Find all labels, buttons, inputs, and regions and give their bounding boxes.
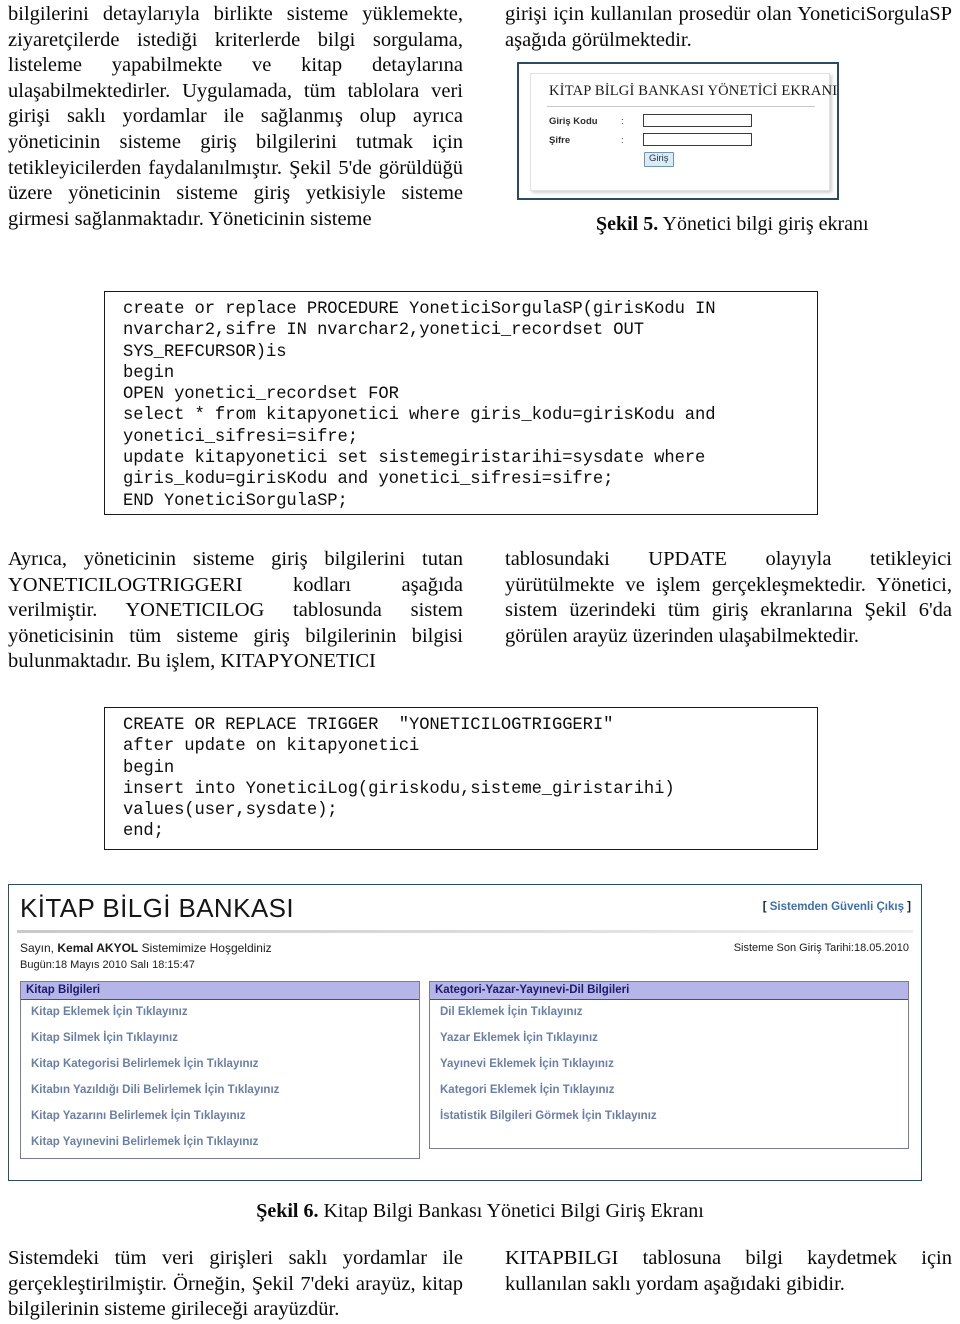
paragraph-text: KITAPBILGI tablosuna bilgi kaydetmek içi… bbox=[505, 1247, 952, 1295]
sifre-label: Şifre bbox=[549, 135, 571, 146]
menu-link-istatistik[interactable]: İstatistik Bilgileri Görmek İçin Tıklayı… bbox=[440, 1110, 908, 1122]
bracket-close: ] bbox=[903, 901, 911, 913]
menu-link-kitap-dil[interactable]: Kitabın Yazıldığı Dili Belirlemek İçin T… bbox=[31, 1084, 419, 1096]
welcome-line: Sayın, Kemal AKYOL Sistemimize Hoşgeldin… bbox=[20, 941, 272, 955]
secure-exit-link[interactable]: [ Sistemden Güvenli Çıkış ] bbox=[763, 901, 911, 913]
bracket-open: [ bbox=[762, 901, 770, 913]
header-divider bbox=[17, 930, 913, 933]
paragraph-text: girişi için kullanılan prosedür olan Yon… bbox=[505, 3, 952, 51]
panel-right-links: Dil Eklemek İçin Tıklayınız Yazar Ekleme… bbox=[430, 1000, 908, 1122]
paragraph-bottom-left: Sistemdeki tüm veri girişleri saklı yord… bbox=[8, 1246, 463, 1323]
menu-link-yayinevi-ekle[interactable]: Yayınevi Eklemek İçin Tıklayınız bbox=[440, 1058, 908, 1070]
figure-5-caption-number: Şekil 5. bbox=[596, 213, 659, 235]
paragraph-middle-left: Ayrıca, yöneticinin sisteme giriş bilgil… bbox=[8, 547, 463, 675]
paragraph-text: Sistemdeki tüm veri girişleri saklı yord… bbox=[8, 1247, 463, 1321]
paragraph-top-left: bilgilerini detaylarıyla birlikte sistem… bbox=[8, 2, 463, 232]
paragraph-middle-right: tablosundaki UPDATE olayıyla tetikleyici… bbox=[505, 547, 952, 649]
code-block-procedure: create or replace PROCEDURE YoneticiSorg… bbox=[104, 291, 818, 515]
menu-link-dil-ekle[interactable]: Dil Eklemek İçin Tıklayınız bbox=[440, 1006, 908, 1018]
title-divider bbox=[547, 106, 815, 107]
figure-6-caption-number: Şekil 6. bbox=[256, 1200, 319, 1222]
figure-6-caption: Şekil 6. Kitap Bilgi Bankası Yönetici Bi… bbox=[0, 1200, 960, 1223]
menu-link-kitap-yazar[interactable]: Kitap Yazarını Belirlemek İçin Tıklayını… bbox=[31, 1110, 419, 1122]
welcome-prefix: Sayın, bbox=[20, 941, 58, 955]
figure-6-caption-text: Kitap Bilgi Bankası Yönetici Bilgi Giriş… bbox=[318, 1200, 704, 1222]
figure-5-caption-text: Yönetici bilgi giriş ekranı bbox=[658, 213, 869, 235]
secure-exit-label[interactable]: Sistemden Güvenli Çıkış bbox=[770, 901, 904, 913]
figure-5-caption: Şekil 5. Yönetici bilgi giriş ekranı bbox=[596, 213, 869, 236]
document-page: bilgilerini detaylarıyla birlikte sistem… bbox=[0, 0, 960, 1324]
paragraph-top-right: girişi için kullanılan prosedür olan Yon… bbox=[505, 2, 952, 53]
last-login-date: Sisteme Son Giriş Tarihi:18.05.2010 bbox=[733, 942, 909, 954]
giris-kodu-label: Giriş Kodu bbox=[549, 116, 598, 127]
menu-link-kitap-yayinevi[interactable]: Kitap Yayınevini Belirlemek İçin Tıklayı… bbox=[31, 1136, 419, 1148]
sifre-separator: : bbox=[621, 135, 624, 146]
welcome-username: Kemal AKYOL bbox=[57, 941, 139, 955]
giris-submit-button[interactable]: Giriş bbox=[644, 152, 674, 167]
login-panel-title: KİTAP BİLGİ BANKASI YÖNETİCİ EKRANI bbox=[549, 83, 838, 99]
welcome-suffix: Sistemimize Hoşgeldiniz bbox=[138, 941, 272, 955]
login-panel: KİTAP BİLGİ BANKASI YÖNETİCİ EKRANI Giri… bbox=[530, 73, 837, 191]
panel-left-links: Kitap Eklemek İçin Tıklayınız Kitap Silm… bbox=[21, 1000, 419, 1148]
figure-5-screenshot: KİTAP BİLGİ BANKASI YÖNETİCİ EKRANI Giri… bbox=[517, 62, 839, 200]
paragraph-text: bilgilerini detaylarıyla birlikte sistem… bbox=[8, 3, 463, 230]
menu-link-yazar-ekle[interactable]: Yazar Eklemek İçin Tıklayınız bbox=[440, 1032, 908, 1044]
giris-kodu-input[interactable] bbox=[643, 114, 752, 127]
panel-kitap-bilgileri: Kitap Bilgileri Kitap Eklemek İçin Tıkla… bbox=[20, 981, 420, 1159]
menu-link-kitap-sil[interactable]: Kitap Silmek İçin Tıklayınız bbox=[31, 1032, 419, 1044]
today-datetime: Bugün:18 Mayıs 2010 Salı 18:15:47 bbox=[20, 959, 195, 971]
panel-kategori-yazar-yayinevi-dil: Kategori-Yazar-Yayınevi-Dil Bilgileri Di… bbox=[429, 981, 909, 1149]
figure-6-screenshot: KİTAP BİLGİ BANKASI [ Sistemden Güvenli … bbox=[8, 884, 922, 1181]
app-title: KİTAP BİLGİ BANKASI bbox=[20, 893, 294, 923]
giris-kodu-separator: : bbox=[621, 116, 624, 127]
paragraph-text: tablosundaki UPDATE olayıyla tetikleyici… bbox=[505, 548, 952, 647]
sifre-input[interactable] bbox=[643, 133, 752, 146]
panel-left-header: Kitap Bilgileri bbox=[21, 982, 419, 1000]
menu-link-kitap-ekle[interactable]: Kitap Eklemek İçin Tıklayınız bbox=[31, 1006, 419, 1018]
menu-link-kitap-kategori[interactable]: Kitap Kategorisi Belirlemek İçin Tıklayı… bbox=[31, 1058, 419, 1070]
paragraph-text: Ayrıca, yöneticinin sisteme giriş bilgil… bbox=[8, 548, 463, 673]
code-block-trigger: CREATE OR REPLACE TRIGGER "YONETICILOGTR… bbox=[104, 707, 818, 850]
paragraph-bottom-right: KITAPBILGI tablosuna bilgi kaydetmek içi… bbox=[505, 1246, 952, 1297]
menu-link-kategori-ekle[interactable]: Kategori Eklemek İçin Tıklayınız bbox=[440, 1084, 908, 1096]
panel-right-header: Kategori-Yazar-Yayınevi-Dil Bilgileri bbox=[430, 982, 908, 1000]
